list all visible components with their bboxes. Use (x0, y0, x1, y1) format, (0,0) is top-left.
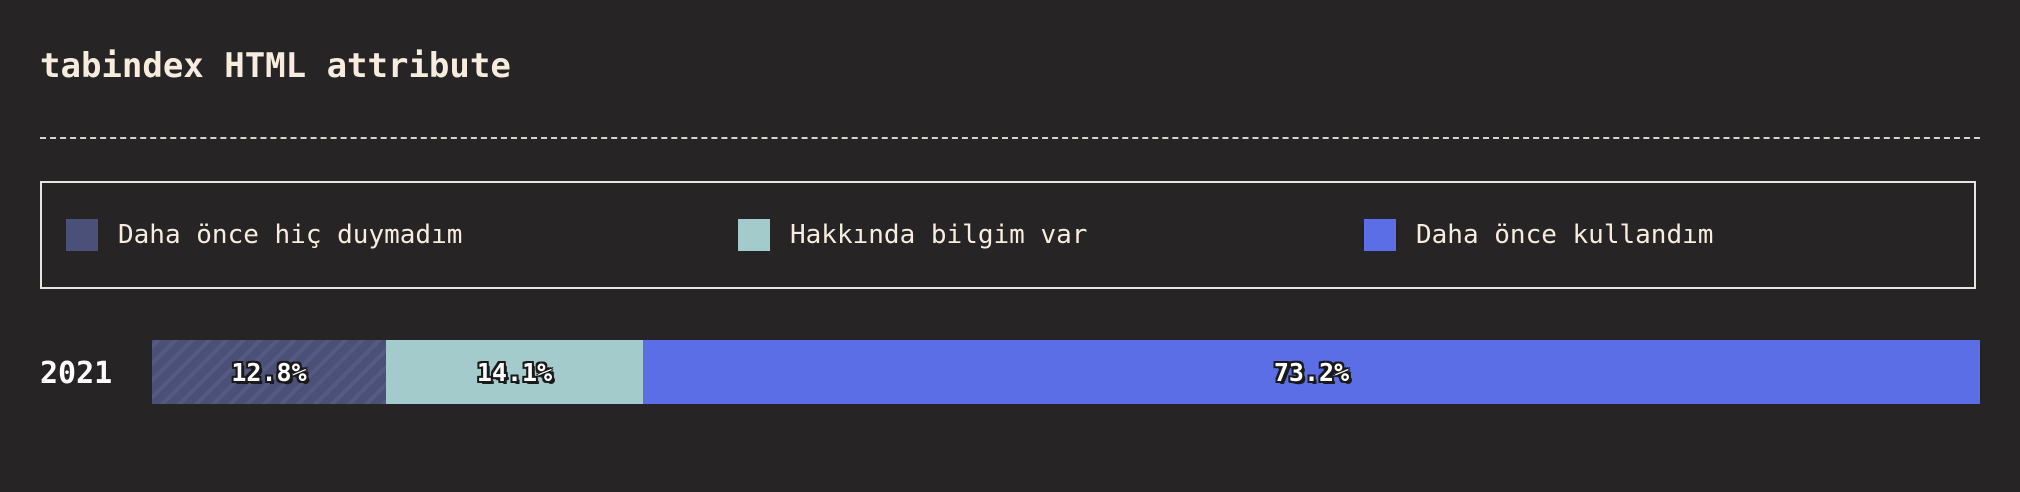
data-label-used-before: 73.2% (1273, 357, 1350, 387)
chart-title: tabindex HTML attribute (40, 46, 511, 86)
legend-swatch-know-about (738, 219, 770, 251)
legend-swatch-never-heard (66, 219, 98, 251)
bar-segment-never-heard[interactable]: 12.8% (152, 340, 386, 404)
data-label-never-heard: 12.8% (231, 357, 307, 387)
legend-label-used-before: Daha önce kullandım (1416, 220, 1714, 250)
legend-item-know-about[interactable]: Hakkında bilgim var (738, 218, 1087, 252)
stacked-bar-2021: 12.8% 14.1% 73.2% (152, 340, 1980, 404)
bar-segment-used-before[interactable]: 73.2% (643, 340, 1980, 404)
legend-item-never-heard[interactable]: Daha önce hiç duymadım (66, 218, 462, 252)
data-label-know-about: 14.1% (476, 357, 553, 387)
category-label-2021: 2021 (40, 356, 113, 391)
title-divider (40, 137, 1980, 139)
chart-legend: Daha önce hiç duymadım Hakkında bilgim v… (40, 181, 1976, 289)
legend-item-used-before[interactable]: Daha önce kullandım (1364, 218, 1713, 252)
legend-label-know-about: Hakkında bilgim var (790, 220, 1088, 250)
bar-segment-know-about[interactable]: 14.1% (386, 340, 643, 404)
legend-swatch-used-before (1364, 219, 1396, 251)
legend-label-never-heard: Daha önce hiç duymadım (118, 220, 463, 250)
